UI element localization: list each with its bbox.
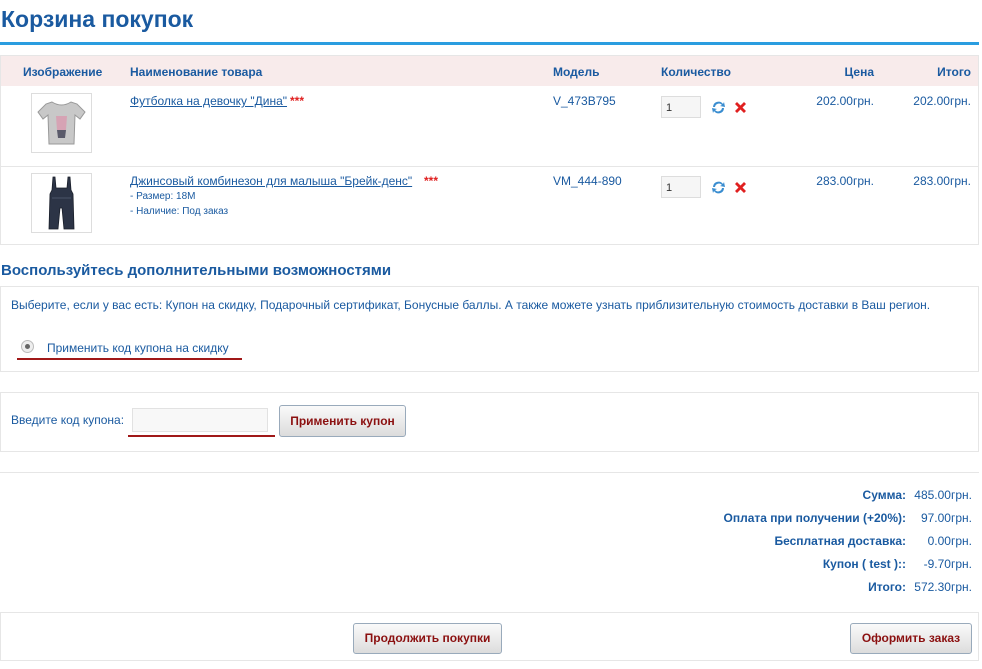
extras-panel: Выберите, если у вас есть: Купон на скид… (0, 286, 979, 372)
highlight-underline (17, 358, 242, 360)
coupon-panel: Введите код купона: Применить купон (0, 392, 979, 452)
title-divider (0, 42, 979, 45)
order-totals: Сумма: 485.00грн. Оплата при получении (… (0, 472, 979, 601)
close-icon[interactable] (732, 179, 749, 196)
cart-actions: Продолжить покупки Оформить заказ (0, 612, 979, 661)
tshirt-icon (37, 101, 86, 145)
extras-description: Выберите, если у вас есть: Купон на скид… (11, 298, 931, 312)
quantity-input[interactable]: 1 (661, 96, 701, 118)
product-image[interactable] (31, 93, 92, 153)
coupon-discount-label: Купон ( test ):: (822, 557, 906, 571)
cod-fee-value: 97.00грн. (920, 511, 972, 525)
unit-price: 283.00грн. (816, 174, 874, 188)
line-total: 283.00грн. (913, 174, 971, 188)
shipping-label: Бесплатная доставка: (774, 534, 906, 548)
checkout-button[interactable]: Оформить заказ (850, 623, 972, 654)
page-title: Корзина покупок (1, 6, 194, 32)
grand-total-value: 572.30грн. (914, 580, 972, 594)
cart-table: Изображение Наименование товара Модель К… (0, 55, 979, 245)
refresh-icon[interactable] (710, 179, 727, 196)
product-image[interactable] (31, 173, 92, 233)
close-icon[interactable] (732, 99, 749, 116)
product-option-size: - Размер: 18М (130, 191, 196, 202)
cod-fee-label: Оплата при получении (+20%): (723, 511, 906, 525)
coupon-label: Введите код купона: (11, 413, 125, 427)
apply-coupon-button[interactable]: Применить купон (279, 405, 406, 437)
product-name-link[interactable]: Джинсовый комбинезон для малыша "Брейк-д… (130, 174, 412, 188)
unit-price: 202.00грн. (816, 94, 874, 108)
coupon-discount-value: -9.70грн. (923, 557, 972, 571)
extras-title: Воспользуйтесь дополнительными возможнос… (1, 262, 392, 279)
product-option-availability: - Наличие: Под заказ (130, 206, 229, 217)
coupon-radio[interactable] (21, 340, 34, 353)
subtotal-label: Сумма: (862, 488, 906, 502)
product-model: V_473B795 (553, 94, 616, 108)
stock-warning-stars: *** (424, 174, 439, 188)
coupon-code-input[interactable] (132, 408, 268, 432)
overalls-icon (48, 176, 75, 230)
stock-warning-stars: *** (290, 94, 305, 108)
grand-total-label: Итого: (868, 580, 906, 594)
col-name: Наименование товара (130, 65, 263, 79)
cart-header: Изображение Наименование товара Модель К… (1, 56, 978, 86)
col-model: Модель (553, 65, 600, 79)
product-model: VM_444-890 (553, 174, 622, 188)
product-name-link[interactable]: Футболка на девочку "Дина" (130, 94, 287, 108)
quantity-input[interactable]: 1 (661, 176, 701, 198)
highlight-underline (128, 435, 275, 437)
line-total: 202.00грн. (913, 94, 971, 108)
col-quantity: Количество (661, 65, 731, 79)
col-total: Итого (937, 65, 971, 79)
cart-row: Джинсовый комбинезон для малыша "Брейк-д… (1, 166, 978, 245)
subtotal-value: 485.00грн. (914, 488, 972, 502)
col-price: Цена (844, 65, 874, 79)
cart-row: Футболка на девочку "Дина" *** V_473B795… (1, 86, 978, 167)
shipping-value: 0.00грн. (927, 534, 972, 548)
refresh-icon[interactable] (710, 99, 727, 116)
continue-shopping-button[interactable]: Продолжить покупки (353, 623, 502, 654)
col-image: Изображение (23, 65, 103, 79)
coupon-option-label[interactable]: Применить код купона на скидку (47, 341, 229, 355)
